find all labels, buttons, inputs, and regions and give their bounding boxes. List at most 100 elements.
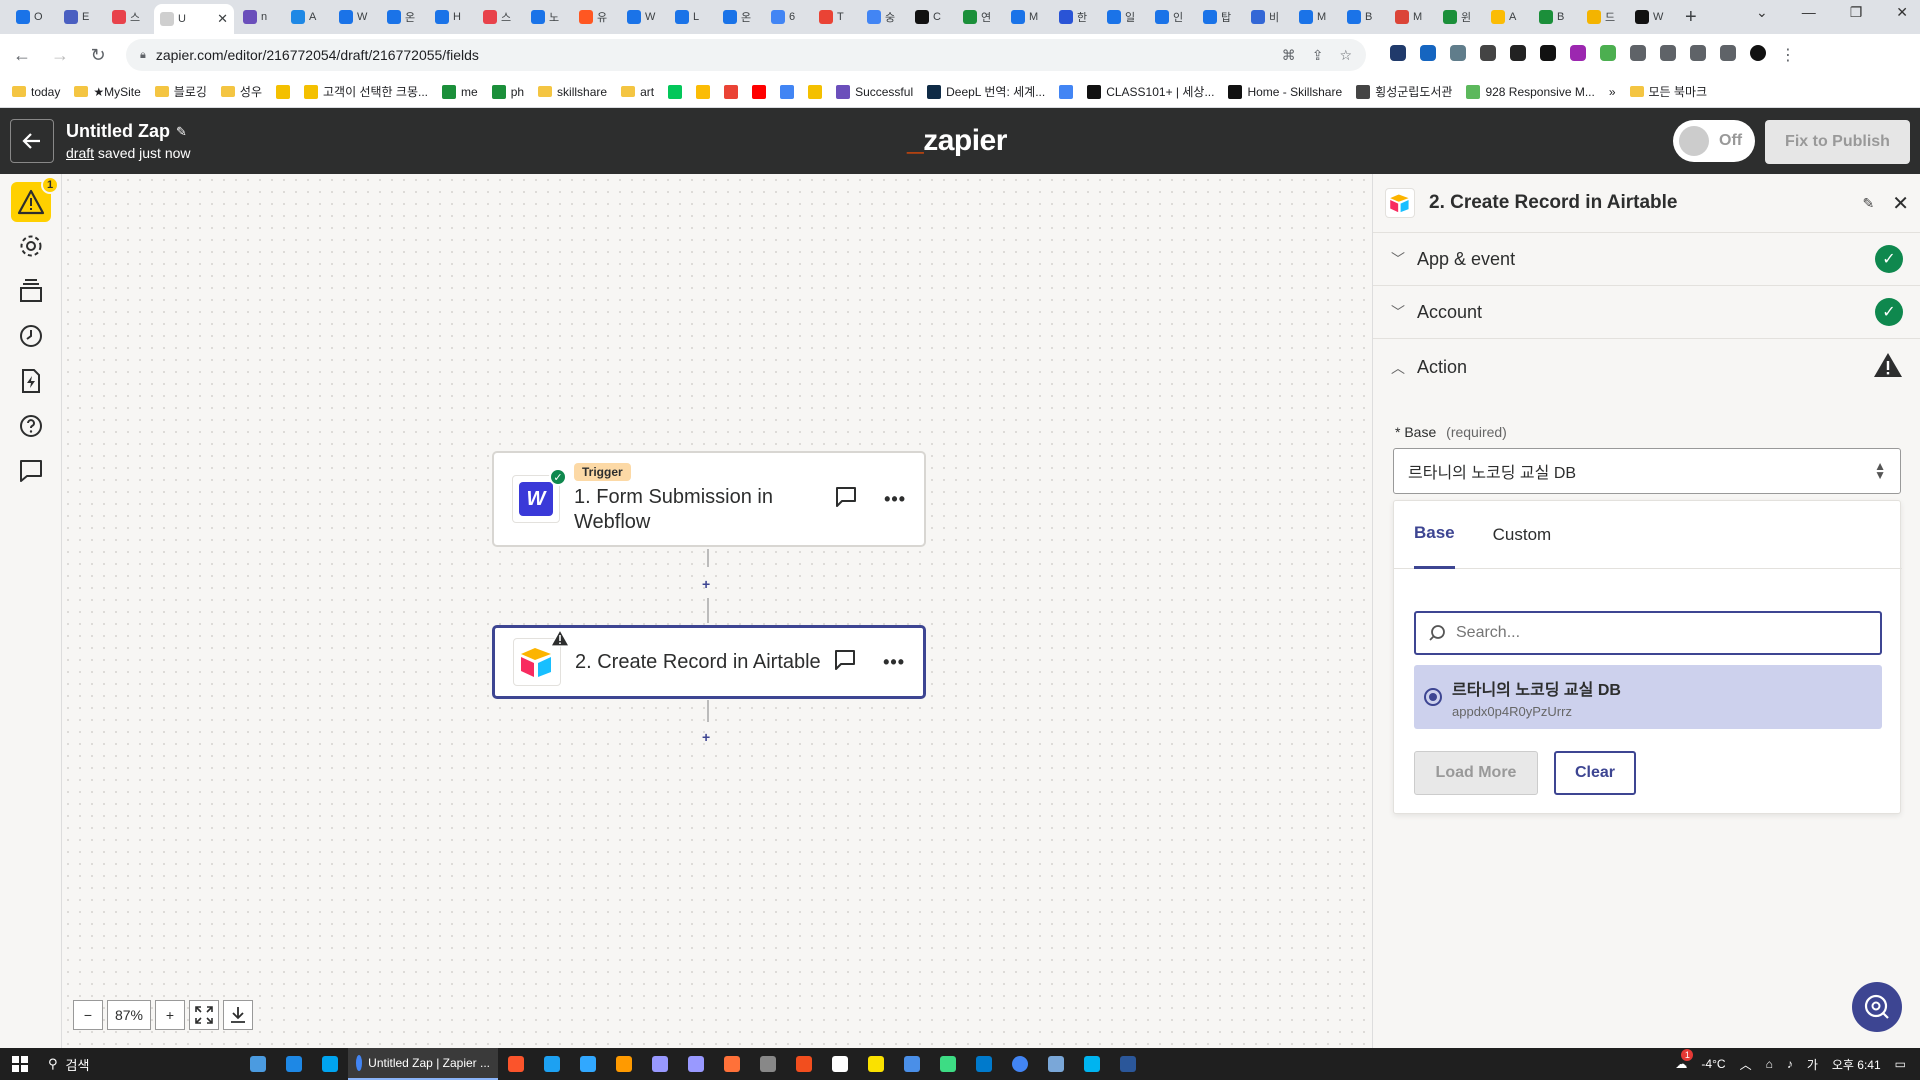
browser-tab[interactable]: A bbox=[285, 4, 330, 30]
bookmark-item[interactable]: 횡성군립도서관 bbox=[1356, 83, 1452, 100]
weather-icon[interactable]: ☁ 1 bbox=[1675, 1049, 1694, 1071]
bookmark-item[interactable]: » bbox=[1609, 85, 1616, 99]
app-icon[interactable] bbox=[1084, 1056, 1100, 1072]
zoom-out-button[interactable]: − bbox=[73, 1000, 103, 1030]
bookmark-item[interactable]: skillshare bbox=[538, 85, 607, 99]
extension-icon[interactable] bbox=[1600, 45, 1616, 61]
zap-canvas[interactable]: W ✓ Trigger 1. Form Submission in Webflo… bbox=[62, 174, 1372, 1048]
extension-icon[interactable] bbox=[1450, 45, 1466, 61]
vscode-icon[interactable] bbox=[976, 1056, 992, 1072]
volume-icon[interactable]: ♪ bbox=[1787, 1057, 1793, 1071]
warnings-button[interactable]: 1 bbox=[11, 176, 59, 222]
browser-tab[interactable]: L bbox=[669, 4, 714, 30]
browser-tab[interactable]: 스 bbox=[477, 4, 522, 30]
comment-icon[interactable] bbox=[833, 648, 857, 677]
minimize-icon[interactable]: — bbox=[1802, 4, 1816, 21]
taskbar-search[interactable]: ⚲ 검색 bbox=[40, 1055, 240, 1074]
browser-tab[interactable]: 인 bbox=[1149, 4, 1194, 30]
section-action[interactable]: ︿ Action bbox=[1373, 338, 1920, 396]
maximize-icon[interactable]: ❐ bbox=[1850, 4, 1863, 21]
chrome-icon[interactable] bbox=[1012, 1056, 1028, 1072]
back-arrow-icon[interactable]: ← bbox=[12, 45, 32, 66]
back-button[interactable] bbox=[10, 119, 54, 163]
app-icon[interactable] bbox=[832, 1056, 848, 1072]
bookmark-item[interactable]: me bbox=[442, 84, 478, 99]
bookmark-item[interactable] bbox=[752, 84, 767, 99]
browser-tab[interactable]: A bbox=[1485, 4, 1530, 30]
comment-icon[interactable] bbox=[834, 485, 858, 514]
taskbar-chrome-window[interactable]: Untitled Zap | Zapier ... bbox=[348, 1048, 498, 1080]
app-icon[interactable] bbox=[904, 1056, 920, 1072]
chevron-up-icon[interactable]: ︿ bbox=[1740, 1056, 1752, 1073]
calculator-icon[interactable] bbox=[760, 1056, 776, 1072]
browser-tab[interactable]: M bbox=[1293, 4, 1338, 30]
base-option[interactable]: 르타니의 노코딩 교실 DB appdx0p4R0yPzUrrz bbox=[1414, 665, 1882, 729]
history-button[interactable] bbox=[11, 316, 51, 356]
side-panel-icon[interactable] bbox=[1720, 45, 1736, 61]
pencil-icon[interactable]: ✎ bbox=[176, 124, 187, 140]
help-button[interactable] bbox=[11, 406, 51, 446]
remote-desktop-icon[interactable] bbox=[1048, 1056, 1064, 1072]
close-tab-icon[interactable]: ✕ bbox=[217, 11, 228, 27]
browser-tab[interactable]: B bbox=[1533, 4, 1578, 30]
bookmark-item[interactable]: ★MySite bbox=[74, 85, 141, 99]
bookmark-item[interactable]: Home - Skillshare bbox=[1228, 84, 1342, 99]
illustrator-icon[interactable] bbox=[616, 1056, 632, 1072]
load-more-button[interactable]: Load More bbox=[1414, 751, 1538, 795]
task-view-icon[interactable] bbox=[250, 1056, 266, 1072]
versions-button[interactable] bbox=[11, 271, 51, 311]
more-options-icon[interactable]: ••• bbox=[883, 652, 905, 673]
windows-start-icon[interactable] bbox=[0, 1056, 40, 1072]
clear-button[interactable]: Clear bbox=[1554, 751, 1636, 795]
browser-tab[interactable]: 일 bbox=[1101, 4, 1146, 30]
draft-link[interactable]: draft bbox=[66, 145, 94, 161]
pencil-icon[interactable]: ✎ bbox=[1863, 195, 1875, 212]
base-select[interactable]: 르타니의 노코딩 교실 DB ▲ ▼ bbox=[1393, 448, 1901, 494]
bookmark-item[interactable] bbox=[808, 84, 823, 99]
tab-base[interactable]: Base bbox=[1414, 501, 1455, 569]
fit-to-screen-button[interactable] bbox=[189, 1000, 219, 1030]
browser-tab[interactable]: 윈 bbox=[1437, 4, 1482, 30]
clock[interactable]: 오후 6:41 bbox=[1832, 1056, 1881, 1073]
share-icon[interactable]: ⇪ bbox=[1312, 47, 1324, 64]
bookmark-item[interactable] bbox=[668, 84, 683, 99]
browser-tab[interactable]: 온 bbox=[717, 4, 762, 30]
browser-tab[interactable]: M bbox=[1005, 4, 1050, 30]
browser-tab[interactable]: 유 bbox=[573, 4, 618, 30]
bookmark-item[interactable]: Successful bbox=[836, 84, 913, 99]
tab-custom[interactable]: Custom bbox=[1493, 501, 1552, 569]
fix-to-publish-button[interactable]: Fix to Publish bbox=[1765, 120, 1910, 164]
browser-tab[interactable]: C bbox=[909, 4, 954, 30]
browser-tab-active[interactable]: U ✕ bbox=[154, 4, 234, 34]
comments-button[interactable] bbox=[11, 451, 51, 491]
edge-icon[interactable] bbox=[286, 1056, 302, 1072]
browser-tab[interactable]: 한 bbox=[1053, 4, 1098, 30]
browser-tab[interactable]: 탑 bbox=[1197, 4, 1242, 30]
browser-tab[interactable]: E bbox=[58, 4, 103, 30]
premiere-icon[interactable] bbox=[652, 1056, 668, 1072]
forward-arrow-icon[interactable]: → bbox=[50, 45, 70, 66]
bookmark-item[interactable]: CLASS101+ | 세상... bbox=[1087, 83, 1214, 100]
browser-tab[interactable]: W bbox=[621, 4, 666, 30]
settings-button[interactable] bbox=[11, 226, 51, 266]
android-studio-icon[interactable] bbox=[940, 1056, 956, 1072]
bookmark-item[interactable] bbox=[696, 84, 711, 99]
browser-tab[interactable]: 스 bbox=[106, 4, 151, 30]
search-input[interactable] bbox=[1456, 624, 1868, 642]
bookmark-item[interactable]: 모든 북마크 bbox=[1629, 83, 1707, 100]
bookmark-item[interactable]: ph bbox=[491, 84, 524, 99]
more-options-icon[interactable]: ••• bbox=[884, 489, 906, 510]
after-effects-icon[interactable] bbox=[688, 1056, 704, 1072]
browser-tab[interactable]: 노 bbox=[525, 4, 570, 30]
zap-title[interactable]: Untitled Zap ✎ bbox=[66, 121, 191, 142]
bookmark-item[interactable]: 고객이 선택한 크몽... bbox=[304, 83, 428, 100]
brave-icon[interactable] bbox=[508, 1056, 524, 1072]
browser-tab[interactable]: 6 bbox=[765, 4, 810, 30]
browser-tab[interactable]: 드 bbox=[1581, 4, 1626, 30]
zoom-in-button[interactable]: + bbox=[155, 1000, 185, 1030]
bookmark-item[interactable]: 928 Responsive M... bbox=[1466, 84, 1595, 99]
twitter-icon[interactable] bbox=[544, 1056, 560, 1072]
extension-icon[interactable] bbox=[1540, 45, 1556, 61]
translate-icon[interactable]: ⌘ bbox=[1282, 47, 1296, 64]
extension-icon[interactable] bbox=[1570, 45, 1586, 61]
